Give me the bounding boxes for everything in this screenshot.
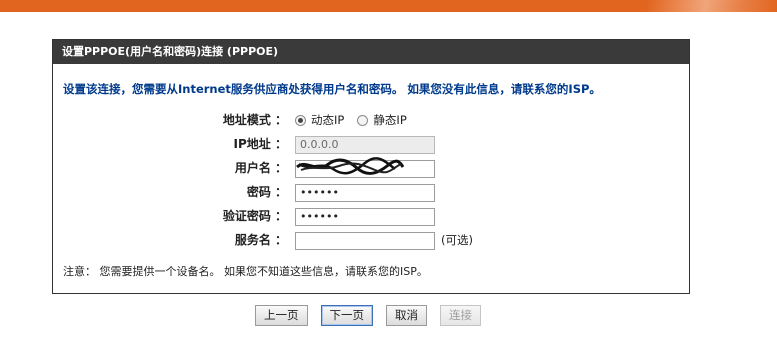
radio-static-ip-label: 静态IP [373, 113, 407, 127]
intro-text: 设置该连接，您需要从Internet服务供应商处获得用户名和密码。 如果您没有此… [63, 82, 601, 96]
service-name-optional-hint: (可选) [441, 233, 473, 247]
connect-button[interactable]: 连接 [440, 305, 481, 326]
cancel-button[interactable]: 取消 [386, 305, 427, 326]
address-mode-label: 地址模式 ： [222, 113, 287, 127]
service-name-input[interactable] [295, 231, 435, 250]
password-label: 密码 ： [246, 185, 287, 199]
service-name-row: 服务名 ： (可选) [53, 229, 689, 251]
top-banner [0, 0, 777, 12]
ip-address-row: IP地址 ： [53, 133, 689, 155]
password-input[interactable] [295, 183, 435, 202]
next-page-button[interactable]: 下一页 [320, 305, 373, 326]
ip-address-field-wrap [295, 133, 435, 155]
ip-address-label: IP地址 ： [233, 137, 287, 151]
panel-title: 设置PPPOE(用户名和密码)连接 (PPPOE) [53, 40, 689, 64]
password-field-wrap [295, 181, 435, 203]
banner-decoration [647, 0, 777, 12]
verify-password-field-wrap [295, 205, 435, 227]
note-text: 注意： 您需要提供一个设备名。 如果您不知道这些信息，请联系您的ISP。 [63, 265, 428, 278]
pppoe-setup-panel: 设置PPPOE(用户名和密码)连接 (PPPOE) 设置该连接，您需要从Inte… [52, 39, 690, 294]
prev-page-button[interactable]: 上一页 [255, 305, 308, 326]
radio-dynamic-ip-indicator[interactable] [295, 114, 306, 126]
service-name-field-wrap [295, 229, 435, 251]
radio-dynamic-ip-label: 动态IP [311, 113, 345, 127]
username-row: 用户名 ： [53, 157, 689, 179]
radio-static-ip-indicator[interactable] [357, 114, 369, 126]
service-name-label: 服务名 ： [234, 233, 287, 247]
ip-address-input[interactable] [295, 135, 435, 154]
wizard-button-bar: 上一页 下一页 取消 连接 [255, 305, 481, 326]
username-input[interactable] [295, 159, 435, 178]
verify-password-label: 验证密码 ： [222, 209, 287, 223]
address-mode-radio-group: 动态IP 静态IP [295, 109, 415, 131]
address-mode-row: 地址模式 ： 动态IP 静态IP [53, 109, 689, 131]
username-field-wrap [295, 157, 435, 179]
radio-dynamic-ip[interactable]: 动态IP [295, 109, 344, 131]
verify-password-row: 验证密码 ： [53, 205, 689, 227]
radio-static-ip[interactable]: 静态IP [357, 109, 407, 131]
password-row: 密码 ： [53, 181, 689, 203]
username-label: 用户名 ： [234, 161, 287, 175]
verify-password-input[interactable] [295, 207, 435, 226]
